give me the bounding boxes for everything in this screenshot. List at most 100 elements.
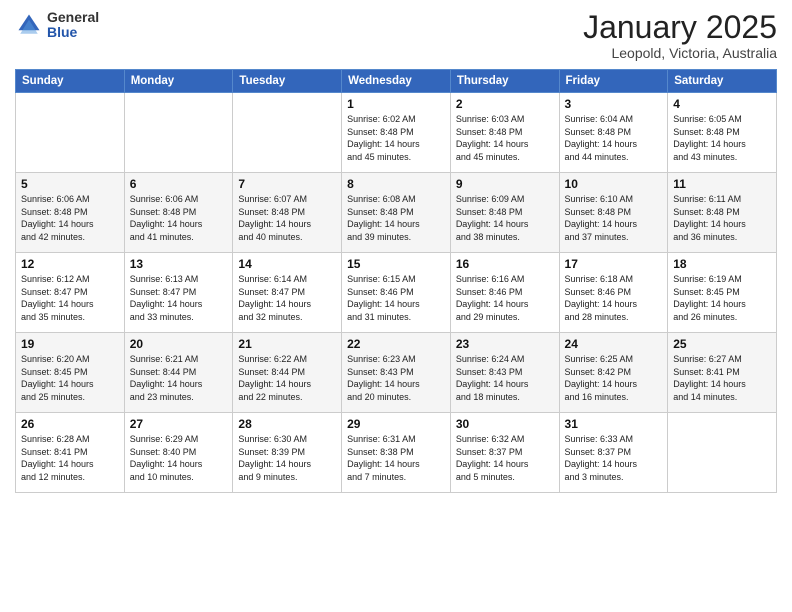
day-info: Sunrise: 6:10 AM Sunset: 8:48 PM Dayligh… (565, 193, 663, 243)
column-header-sunday: Sunday (16, 70, 125, 93)
day-info: Sunrise: 6:08 AM Sunset: 8:48 PM Dayligh… (347, 193, 445, 243)
day-info: Sunrise: 6:28 AM Sunset: 8:41 PM Dayligh… (21, 433, 119, 483)
day-number: 21 (238, 337, 336, 351)
title-area: January 2025 Leopold, Victoria, Australi… (583, 10, 777, 61)
day-info: Sunrise: 6:27 AM Sunset: 8:41 PM Dayligh… (673, 353, 771, 403)
logo-blue: Blue (47, 25, 99, 40)
day-cell: 1Sunrise: 6:02 AM Sunset: 8:48 PM Daylig… (342, 93, 451, 173)
day-cell: 27 Sunrise: 6:29 AM Sunset: 8:40 PM Dayli… (124, 413, 233, 493)
header: General Blue January 2025 Leopold, Victo… (15, 10, 777, 61)
day-number: 28 (238, 417, 336, 431)
day-info: Sunrise: 6:14 AM Sunset: 8:47 PM Dayligh… (238, 273, 336, 323)
day-cell: 2Sunrise: 6:03 AM Sunset: 8:48 PM Daylig… (450, 93, 559, 173)
logo-general: General (47, 10, 99, 25)
day-number: 14 (238, 257, 336, 271)
header-row: SundayMondayTuesdayWednesdayThursdayFrid… (16, 70, 777, 93)
day-cell: 20 Sunrise: 6:21 AM Sunset: 8:44 PM Dayli… (124, 333, 233, 413)
day-cell: 17 Sunrise: 6:18 AM Sunset: 8:46 PM Dayli… (559, 253, 668, 333)
day-info: Sunrise: 6:19 AM Sunset: 8:45 PM Dayligh… (673, 273, 771, 323)
day-info: Sunrise: 6:03 AM Sunset: 8:48 PM Dayligh… (456, 113, 554, 163)
day-cell: 19 Sunrise: 6:20 AM Sunset: 8:45 PM Dayli… (16, 333, 125, 413)
day-number: 16 (456, 257, 554, 271)
day-info: Sunrise: 6:09 AM Sunset: 8:48 PM Dayligh… (456, 193, 554, 243)
day-cell: 23Sunrise: 6:24 AM Sunset: 8:43 PM Dayli… (450, 333, 559, 413)
day-info: Sunrise: 6:15 AM Sunset: 8:46 PM Dayligh… (347, 273, 445, 323)
day-cell: 22 Sunrise: 6:23 AM Sunset: 8:43 PM Dayli… (342, 333, 451, 413)
day-info: Sunrise: 6:06 AM Sunset: 8:48 PM Dayligh… (130, 193, 228, 243)
column-header-tuesday: Tuesday (233, 70, 342, 93)
day-number: 23 (456, 337, 554, 351)
column-header-monday: Monday (124, 70, 233, 93)
day-number: 22 (347, 337, 445, 351)
day-info: Sunrise: 6:22 AM Sunset: 8:44 PM Dayligh… (238, 353, 336, 403)
day-cell: 5 Sunrise: 6:06 AM Sunset: 8:48 PM Daylig… (16, 173, 125, 253)
day-info: Sunrise: 6:18 AM Sunset: 8:46 PM Dayligh… (565, 273, 663, 323)
day-cell: 6 Sunrise: 6:06 AM Sunset: 8:48 PM Daylig… (124, 173, 233, 253)
day-cell: 9 Sunrise: 6:09 AM Sunset: 8:48 PM Daylig… (450, 173, 559, 253)
day-info: Sunrise: 6:07 AM Sunset: 8:48 PM Dayligh… (238, 193, 336, 243)
day-info: Sunrise: 6:16 AM Sunset: 8:46 PM Dayligh… (456, 273, 554, 323)
day-info: Sunrise: 6:23 AM Sunset: 8:43 PM Dayligh… (347, 353, 445, 403)
day-cell: 16 Sunrise: 6:16 AM Sunset: 8:46 PM Dayli… (450, 253, 559, 333)
week-row-3: 12 Sunrise: 6:12 AM Sunset: 8:47 PM Dayli… (16, 253, 777, 333)
calendar-table: SundayMondayTuesdayWednesdayThursdayFrid… (15, 69, 777, 493)
day-cell: 18 Sunrise: 6:19 AM Sunset: 8:45 PM Dayli… (668, 253, 777, 333)
day-number: 6 (130, 177, 228, 191)
day-number: 3 (565, 97, 663, 111)
day-info: Sunrise: 6:32 AM Sunset: 8:37 PM Dayligh… (456, 433, 554, 483)
day-number: 25 (673, 337, 771, 351)
day-number: 10 (565, 177, 663, 191)
column-header-thursday: Thursday (450, 70, 559, 93)
day-number: 9 (456, 177, 554, 191)
day-cell: 7 Sunrise: 6:07 AM Sunset: 8:48 PM Daylig… (233, 173, 342, 253)
day-cell: 30 Sunrise: 6:32 AM Sunset: 8:37 PM Dayli… (450, 413, 559, 493)
day-cell: 14 Sunrise: 6:14 AM Sunset: 8:47 PM Dayli… (233, 253, 342, 333)
day-number: 8 (347, 177, 445, 191)
day-info: Sunrise: 6:30 AM Sunset: 8:39 PM Dayligh… (238, 433, 336, 483)
day-number: 18 (673, 257, 771, 271)
column-header-friday: Friday (559, 70, 668, 93)
day-info: Sunrise: 6:25 AM Sunset: 8:42 PM Dayligh… (565, 353, 663, 403)
day-number: 27 (130, 417, 228, 431)
day-info: Sunrise: 6:13 AM Sunset: 8:47 PM Dayligh… (130, 273, 228, 323)
column-header-wednesday: Wednesday (342, 70, 451, 93)
day-info: Sunrise: 6:06 AM Sunset: 8:48 PM Dayligh… (21, 193, 119, 243)
day-cell: 11Sunrise: 6:11 AM Sunset: 8:48 PM Dayli… (668, 173, 777, 253)
page: General Blue January 2025 Leopold, Victo… (0, 0, 792, 612)
day-number: 1 (347, 97, 445, 111)
day-info: Sunrise: 6:21 AM Sunset: 8:44 PM Dayligh… (130, 353, 228, 403)
day-number: 4 (673, 97, 771, 111)
day-number: 11 (673, 177, 771, 191)
day-cell: 24 Sunrise: 6:25 AM Sunset: 8:42 PM Dayli… (559, 333, 668, 413)
day-cell (233, 93, 342, 173)
day-info: Sunrise: 6:04 AM Sunset: 8:48 PM Dayligh… (565, 113, 663, 163)
day-number: 5 (21, 177, 119, 191)
day-info: Sunrise: 6:20 AM Sunset: 8:45 PM Dayligh… (21, 353, 119, 403)
day-cell: 21 Sunrise: 6:22 AM Sunset: 8:44 PM Dayli… (233, 333, 342, 413)
day-cell: 28 Sunrise: 6:30 AM Sunset: 8:39 PM Dayli… (233, 413, 342, 493)
day-info: Sunrise: 6:33 AM Sunset: 8:37 PM Dayligh… (565, 433, 663, 483)
day-number: 12 (21, 257, 119, 271)
week-row-1: 1Sunrise: 6:02 AM Sunset: 8:48 PM Daylig… (16, 93, 777, 173)
day-cell (124, 93, 233, 173)
day-cell: 15 Sunrise: 6:15 AM Sunset: 8:46 PM Dayli… (342, 253, 451, 333)
day-number: 20 (130, 337, 228, 351)
day-cell: 3 Sunrise: 6:04 AM Sunset: 8:48 PM Daylig… (559, 93, 668, 173)
day-number: 19 (21, 337, 119, 351)
day-info: Sunrise: 6:12 AM Sunset: 8:47 PM Dayligh… (21, 273, 119, 323)
day-number: 24 (565, 337, 663, 351)
day-cell (16, 93, 125, 173)
location: Leopold, Victoria, Australia (583, 45, 777, 61)
month-title: January 2025 (583, 10, 777, 45)
day-number: 17 (565, 257, 663, 271)
day-cell: 8 Sunrise: 6:08 AM Sunset: 8:48 PM Daylig… (342, 173, 451, 253)
day-info: Sunrise: 6:29 AM Sunset: 8:40 PM Dayligh… (130, 433, 228, 483)
day-number: 7 (238, 177, 336, 191)
day-cell: 26Sunrise: 6:28 AM Sunset: 8:41 PM Dayli… (16, 413, 125, 493)
day-info: Sunrise: 6:31 AM Sunset: 8:38 PM Dayligh… (347, 433, 445, 483)
day-number: 15 (347, 257, 445, 271)
logo-text: General Blue (47, 10, 99, 41)
day-cell (668, 413, 777, 493)
day-number: 30 (456, 417, 554, 431)
day-cell: 10 Sunrise: 6:10 AM Sunset: 8:48 PM Dayli… (559, 173, 668, 253)
